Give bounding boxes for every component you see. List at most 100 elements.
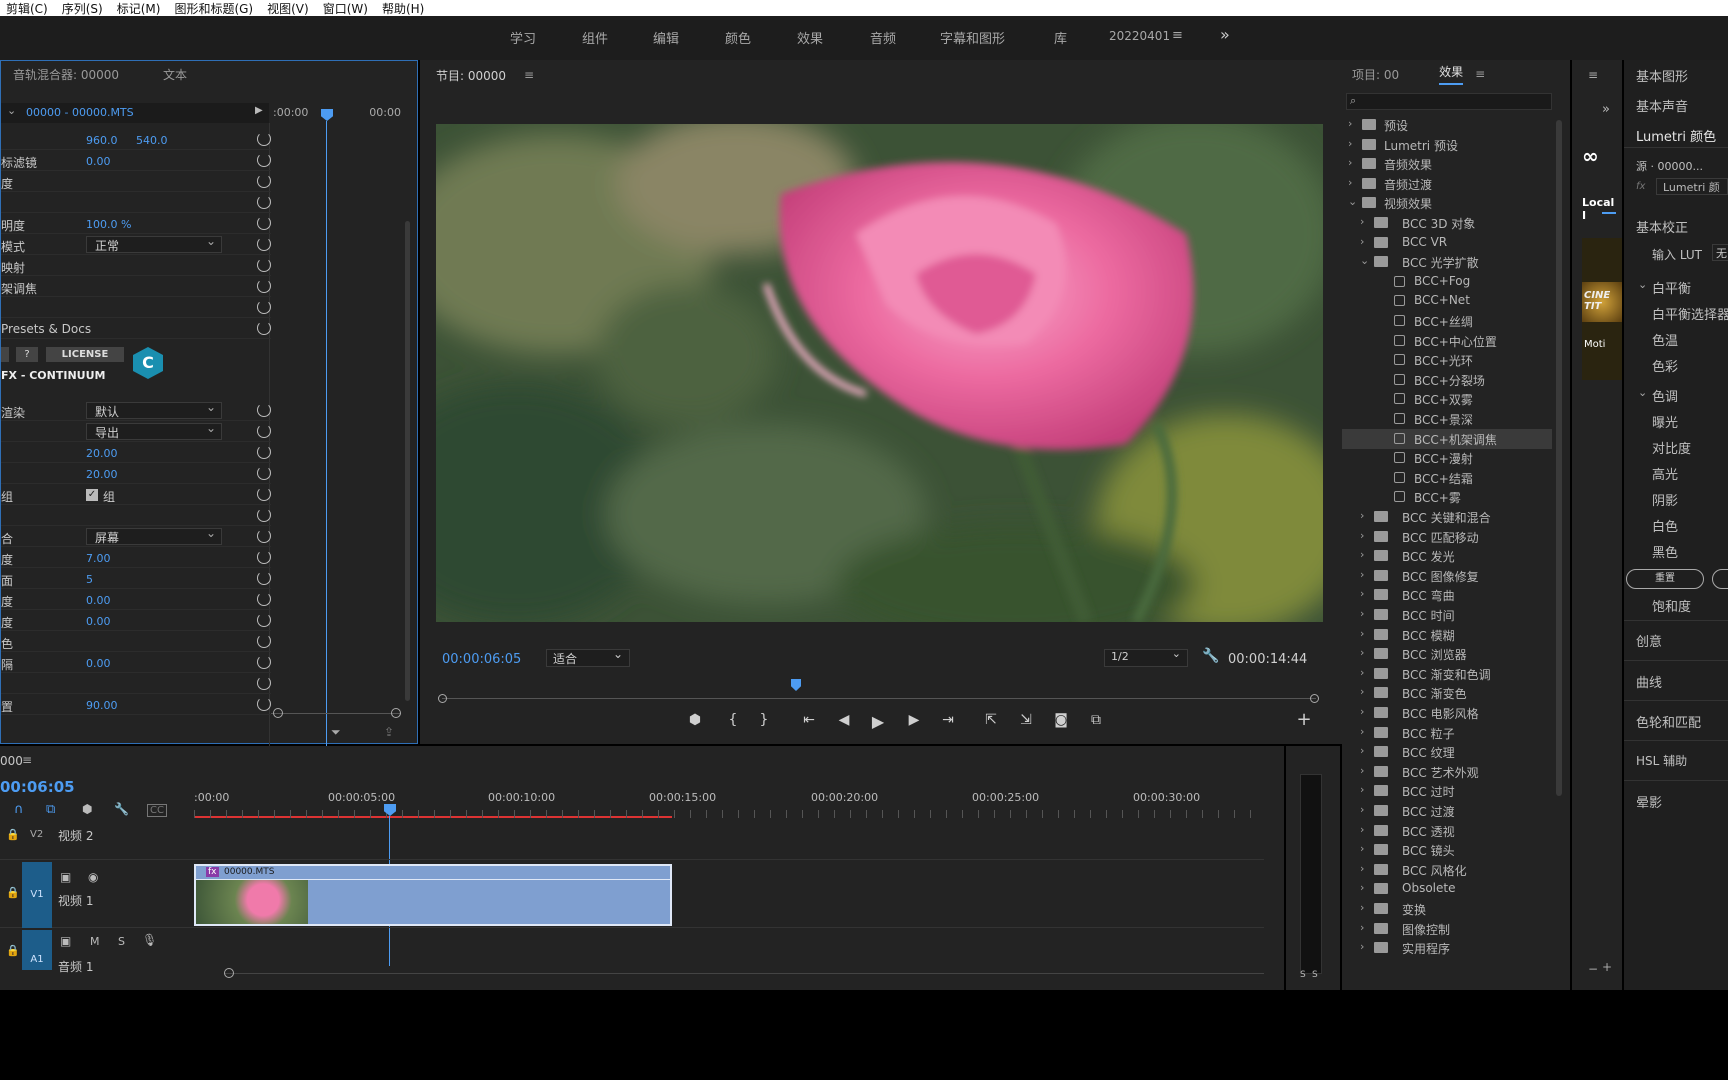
track-v1-id[interactable]: V1 [22, 862, 52, 928]
step-back-icon[interactable]: ◀ [834, 712, 854, 728]
param-value[interactable]: 0.00 [86, 615, 111, 628]
essential-sound-tab[interactable]: 基本声音 [1636, 96, 1688, 115]
effect-folder[interactable]: › BCC 粒子 [1342, 723, 1552, 743]
scrub-bar[interactable] [442, 698, 1316, 699]
reset-icon[interactable] [257, 613, 271, 627]
workspace-tab[interactable]: 组件 [582, 28, 608, 47]
param-value[interactable]: 90.00 [86, 699, 118, 712]
param-value-2[interactable]: 540.0 [136, 134, 168, 147]
license-box[interactable] [1, 347, 9, 362]
workspace-tab[interactable]: 字幕和图形 [940, 28, 1005, 47]
linked-selection-icon[interactable]: ⧉ [46, 802, 55, 817]
reset-icon[interactable] [257, 592, 271, 606]
param-select[interactable]: 屏幕 [86, 526, 222, 545]
workspace-tab[interactable]: 编辑 [653, 28, 679, 47]
chevron-down-icon[interactable]: ⌄ [1360, 254, 1369, 267]
effect-folder[interactable]: › 音频效果 [1342, 154, 1552, 174]
chevron-right-icon[interactable]: › [1348, 117, 1352, 130]
lumetri-effect-select[interactable]: Lumetri 颜 [1656, 178, 1728, 195]
chevron-right-icon[interactable]: › [1360, 529, 1364, 542]
track-v2-id[interactable]: V2 [30, 829, 43, 840]
effect-folder[interactable]: ⌄ BCC 光学扩散 [1342, 252, 1552, 272]
reset-icon[interactable] [257, 676, 271, 690]
chevron-right-icon[interactable]: › [1360, 548, 1364, 561]
video-clip[interactable]: fx 00000.MTS [194, 864, 672, 926]
zoom-in-icon[interactable]: + [1602, 960, 1612, 974]
program-title[interactable]: 节目: 00000 [436, 67, 506, 84]
meter-solo-left[interactable]: S [1300, 970, 1306, 980]
chevron-right-icon[interactable]: › [1360, 862, 1364, 875]
film-icon[interactable]: ▣ [60, 934, 71, 948]
effect-folder[interactable]: › BCC 关键和混合 [1342, 507, 1552, 527]
param-value[interactable]: 0.00 [86, 657, 111, 670]
effect-folder[interactable]: › BCC 3D 对象 [1342, 213, 1552, 233]
program-playhead[interactable] [791, 679, 801, 691]
comparison-view-icon[interactable]: ⧉ [1086, 712, 1106, 728]
chevron-right-icon[interactable]: › [1348, 176, 1352, 189]
chevron-down-icon[interactable]: ⌄ [1638, 386, 1647, 399]
lift-icon[interactable]: ⇱ [981, 712, 1001, 728]
param-value[interactable]: 20.00 [86, 468, 118, 481]
license-button[interactable]: LICENSE [46, 347, 124, 362]
effect-item[interactable]: BCC+雾 [1342, 487, 1552, 507]
chevron-right-icon[interactable]: › [1360, 842, 1364, 855]
tone-header[interactable]: 色调 [1652, 386, 1678, 405]
reset-icon[interactable] [257, 487, 271, 501]
chevron-right-icon[interactable]: › [1360, 215, 1364, 228]
param-select[interactable]: 正常 [86, 234, 222, 253]
zoom-handle-right[interactable] [391, 708, 401, 718]
lock-icon[interactable]: 🔒 [6, 886, 20, 899]
reset-icon[interactable] [257, 466, 271, 480]
source-select[interactable]: 源 · 00000... [1636, 158, 1703, 174]
chevron-right-icon[interactable]: › [1360, 587, 1364, 600]
chevron-right-icon[interactable]: › [1360, 940, 1364, 953]
effect-folder[interactable]: › BCC 渐变和色调 [1342, 664, 1552, 684]
effect-folder[interactable]: › BCC 时间 [1342, 605, 1552, 625]
chevron-right-icon[interactable]: › [1360, 725, 1364, 738]
reset-icon[interactable] [257, 279, 271, 293]
lock-icon[interactable]: 🔒 [6, 828, 20, 841]
sequence-name[interactable]: 000 [0, 754, 23, 768]
effect-item[interactable]: BCC+双雾 [1342, 389, 1552, 409]
panel-menu-icon[interactable]: ≡ [524, 68, 534, 82]
export-icon[interactable]: ⇪ [384, 725, 394, 739]
add-marker-icon[interactable]: ⬢ [82, 802, 92, 816]
effect-item[interactable]: BCC+Net [1342, 291, 1552, 311]
fit-select[interactable]: 适合 ⌄ [546, 647, 630, 667]
mark-in-icon[interactable]: { [723, 712, 743, 728]
scrub-start[interactable] [438, 694, 447, 703]
reset-icon[interactable] [257, 216, 271, 230]
effect-item[interactable]: BCC+漫射 [1342, 448, 1552, 468]
chevron-right-icon[interactable]: › [1360, 646, 1364, 659]
workspace-tab[interactable]: 学习 [510, 28, 536, 47]
reset-icon[interactable] [257, 258, 271, 272]
meter-solo-right[interactable]: S [1312, 970, 1318, 980]
scrollbar[interactable] [405, 221, 410, 701]
play-icon[interactable]: ▶ [868, 712, 888, 731]
menu-item[interactable]: 剪辑(C) [0, 0, 56, 17]
workspace-tab[interactable]: 库 [1054, 28, 1067, 47]
mark-out-icon[interactable]: } [754, 712, 774, 728]
menu-item[interactable]: 标记(M) [111, 0, 169, 17]
chevron-right-icon[interactable]: › [1348, 137, 1352, 150]
effect-folder[interactable]: › BCC 匹配移动 [1342, 527, 1552, 547]
hsl-header[interactable]: HSL 辅助 [1636, 752, 1687, 769]
reset-icon[interactable] [257, 321, 271, 335]
effect-folder[interactable]: › 预设 [1342, 115, 1552, 135]
param-value[interactable]: 0.00 [86, 155, 111, 168]
zoom-handle-left[interactable] [273, 708, 283, 718]
reset-icon[interactable] [257, 153, 271, 167]
reset-icon[interactable] [257, 132, 271, 146]
film-icon[interactable]: ▣ [60, 870, 71, 884]
effect-folder[interactable]: › BCC 透视 [1342, 821, 1552, 841]
chevron-right-icon[interactable]: › [1360, 705, 1364, 718]
snap-icon[interactable]: ∩ [14, 802, 24, 817]
timeline-timecode[interactable]: 00:06:05 [0, 778, 75, 796]
chevron-down-icon[interactable]: ⌄ [1348, 195, 1357, 208]
chevron-right-icon[interactable]: › [1360, 509, 1364, 522]
chevron-right-icon[interactable]: › [1360, 803, 1364, 816]
menu-item[interactable]: 序列(S) [56, 0, 111, 17]
effect-folder[interactable]: › BCC 渐变色 [1342, 683, 1552, 703]
chevron-right-icon[interactable]: › [1360, 685, 1364, 698]
tab-text[interactable]: 文本 [163, 66, 187, 83]
